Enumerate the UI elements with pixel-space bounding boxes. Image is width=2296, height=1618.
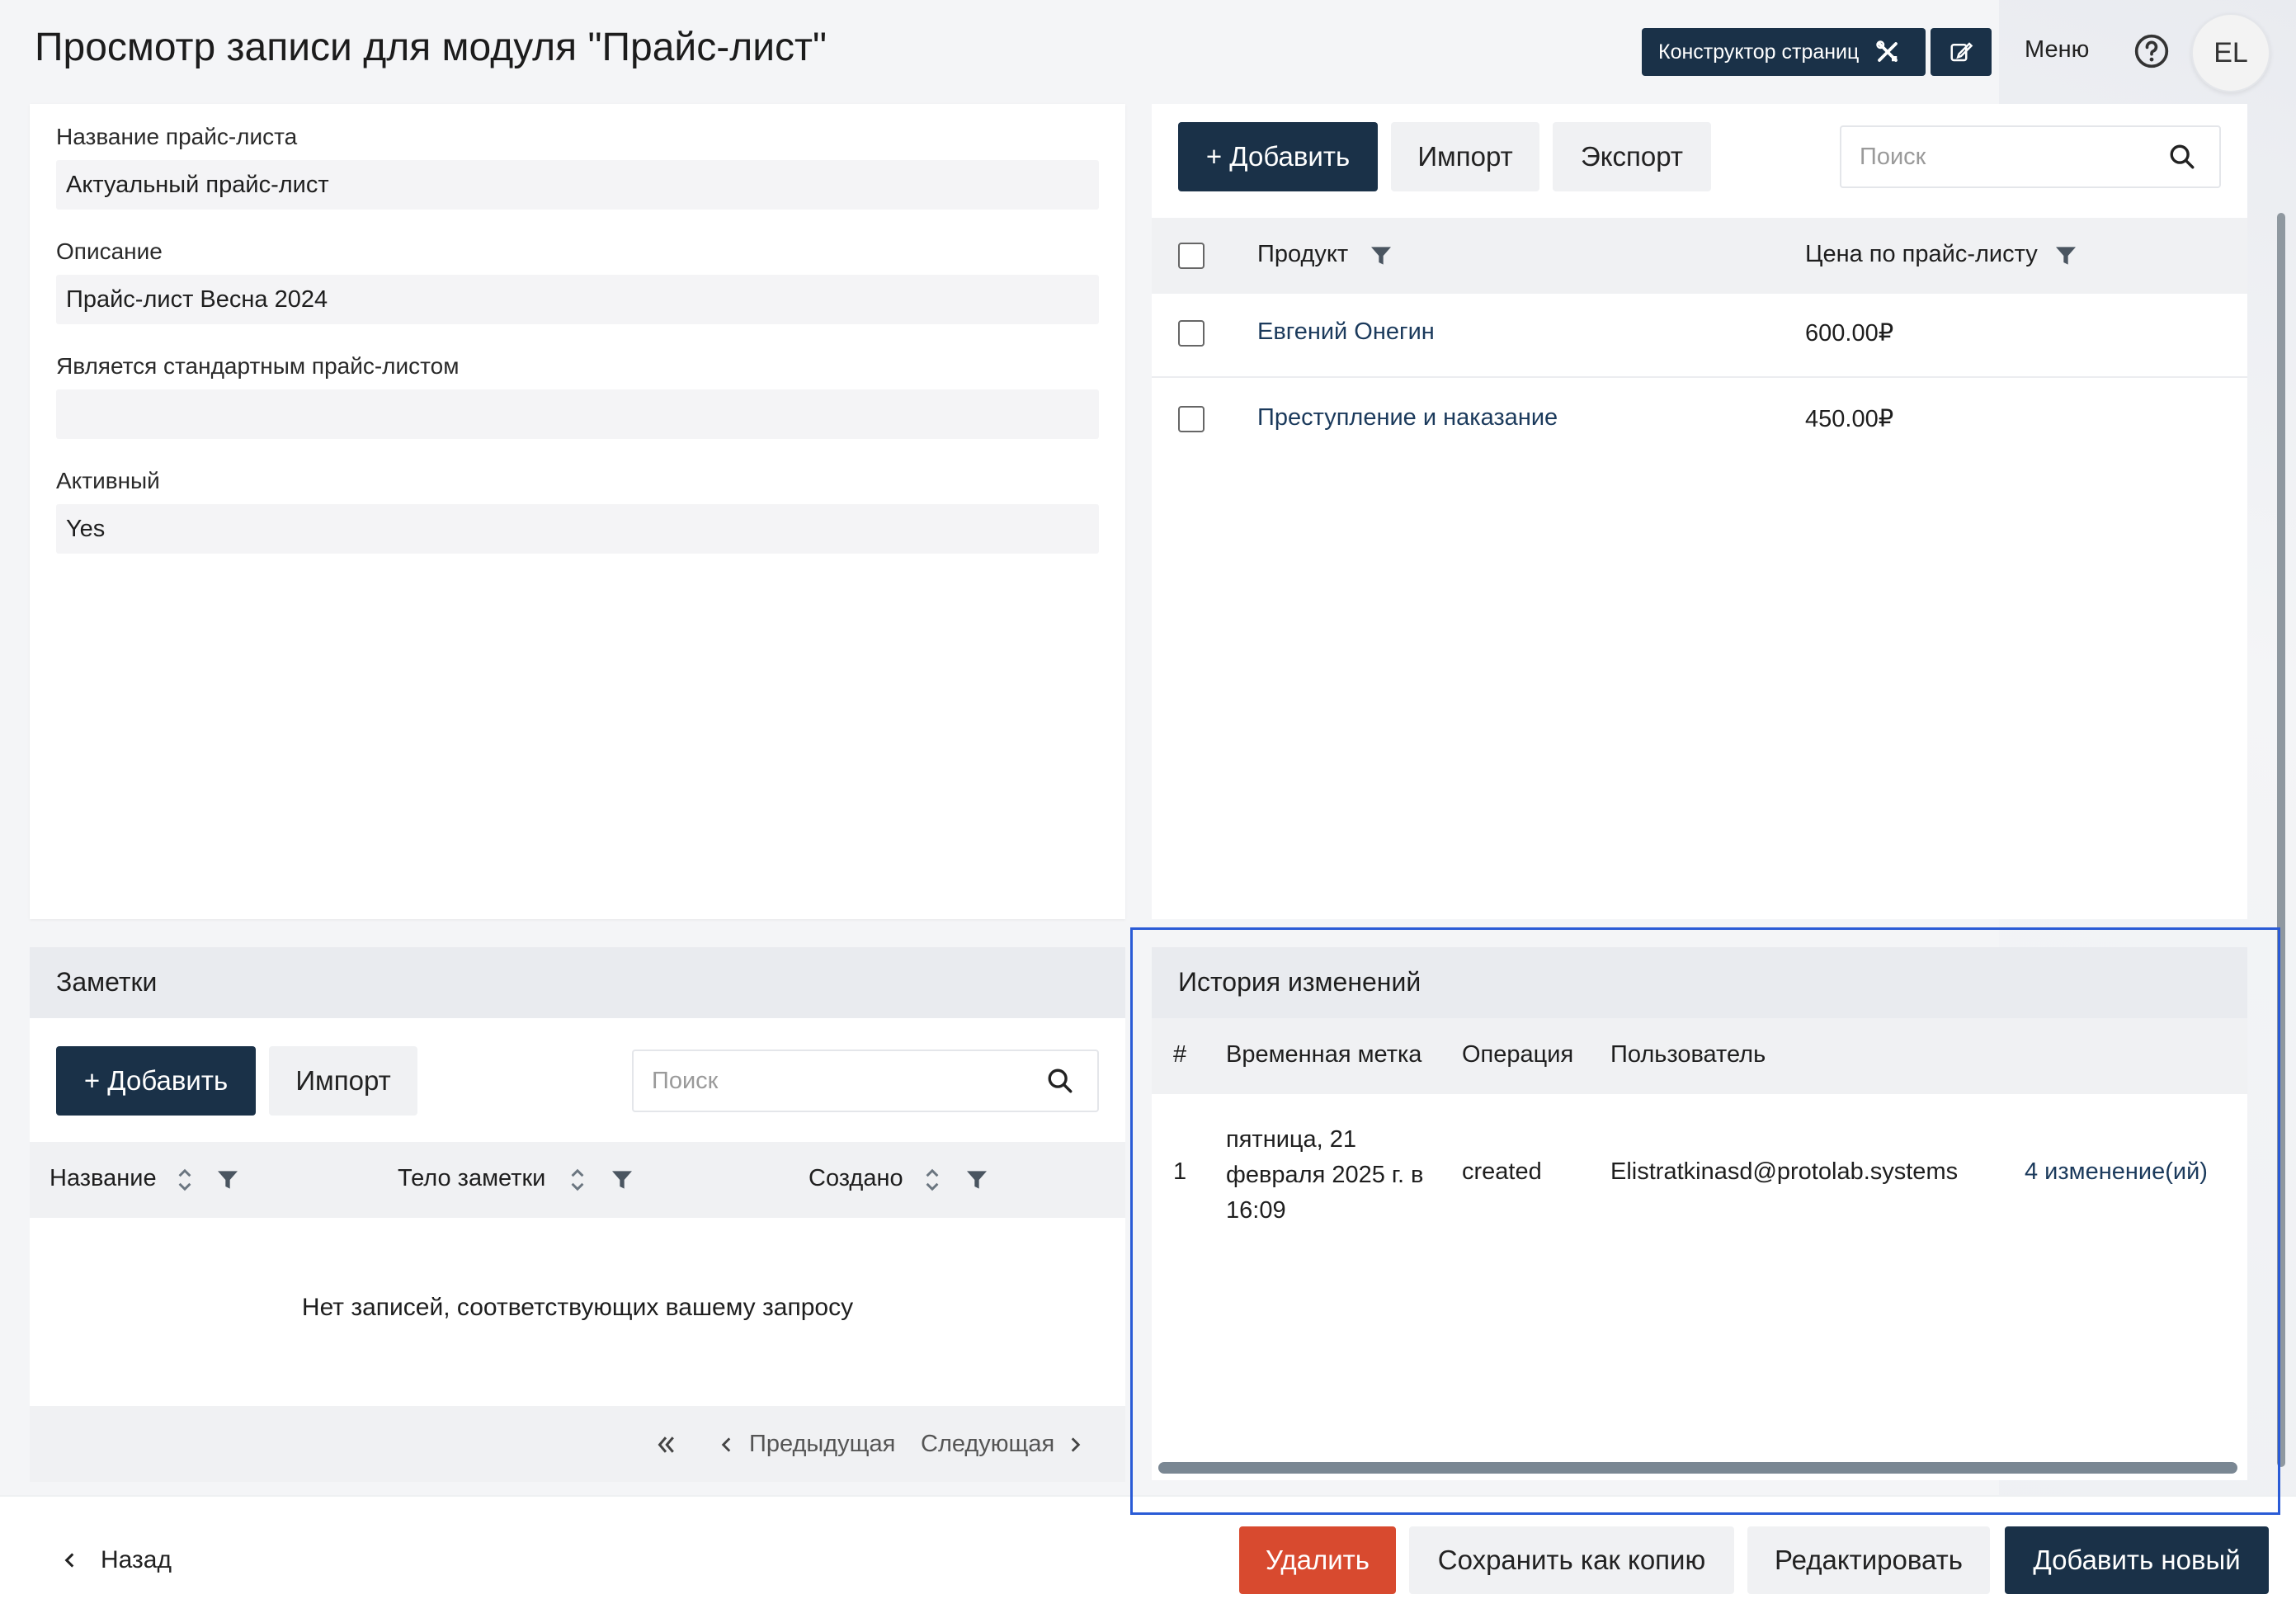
search-icon[interactable] [1046,1067,1074,1095]
add-new-button[interactable]: Добавить новый [2005,1526,2269,1594]
product-price: 450.00₽ [1805,406,1894,432]
page-header: Просмотр записи для модуля "Прайс-лист" … [0,0,2296,104]
product-price: 600.00₽ [1805,320,1894,347]
field-pricelist-name: Название прайс-листа Актуальный прайс-ли… [56,124,1099,210]
save-as-copy-button[interactable]: Сохранить как копию [1409,1526,1734,1594]
import-button[interactable]: Импорт [1391,122,1539,191]
history-title: История изменений [1152,947,2247,1018]
add-note-button[interactable]: + Добавить [56,1046,256,1116]
chevron-left-icon [64,1553,74,1568]
history-table-header: # Временная метка Операция Пользователь [1152,1018,2247,1094]
field-label: Описание [56,238,163,264]
chevron-right-icon[interactable] [1064,1434,1086,1455]
column-created[interactable]: Создано [809,1165,903,1192]
field-value: Актуальный прайс-лист [56,160,1099,210]
edit-icon [1950,42,1973,62]
column-name[interactable]: Название [50,1165,157,1192]
prev-page-button[interactable]: Предыдущая [749,1431,895,1458]
history-operation: created [1462,1158,1542,1185]
field-label: Является стандартным прайс-листом [56,353,460,379]
select-all-checkbox[interactable] [1178,243,1205,269]
footer-actions: Назад Удалить Сохранить как копию Редакт… [0,1495,2296,1618]
export-button[interactable]: Экспорт [1553,122,1711,191]
column-user: Пользователь [1610,1041,1766,1068]
menu-link[interactable]: Меню [2025,36,2089,64]
field-description: Описание Прайс-лист Весна 2024 [56,238,1099,324]
back-button[interactable]: Назад [59,1546,172,1574]
timestamp-line: февраля 2025 г. в [1226,1162,1424,1188]
add-product-button[interactable]: + Добавить [1178,122,1378,191]
timestamp-line: пятница, 21 [1226,1126,1357,1153]
search-placeholder: Поиск [652,1067,719,1094]
edit-page-button[interactable] [1931,28,1992,76]
filter-icon[interactable] [1368,243,1394,269]
import-notes-button[interactable]: Импорт [269,1046,417,1116]
field-value [56,389,1099,439]
filter-icon[interactable] [2053,243,2079,269]
column-num: # [1173,1041,1187,1068]
page-constructor-label: Конструктор страниц [1658,40,1860,64]
horizontal-scrollbar[interactable] [1158,1462,2237,1474]
first-page-icon[interactable] [653,1432,678,1457]
vertical-scrollbar[interactable] [2277,213,2285,1467]
page-title: Просмотр записи для модуля "Прайс-лист" [35,26,827,69]
history-user: Elistratkinasd@protolab.systems [1610,1158,1959,1185]
row-checkbox[interactable] [1178,406,1205,432]
column-price[interactable]: Цена по прайс-листу [1805,241,2038,268]
sort-icon[interactable] [175,1167,195,1193]
tools-icon [1876,40,1898,62]
delete-button[interactable]: Удалить [1239,1526,1396,1594]
search-icon[interactable] [2168,143,2196,171]
column-note-body[interactable]: Тело заметки [398,1165,545,1192]
products-table-header: Продукт Цена по прайс-листу [1152,218,2247,294]
back-label: Назад [101,1546,172,1573]
filter-icon[interactable] [609,1167,635,1193]
history-changes-link[interactable]: 4 изменение(ий) [2025,1158,2208,1186]
product-link[interactable]: Евгений Онегин [1257,318,1435,346]
column-timestamp: Временная метка [1226,1041,1422,1068]
notes-panel: Заметки + Добавить Импорт Поиск Название… [30,947,1125,1482]
record-details-panel: Название прайс-листа Актуальный прайс-ли… [30,104,1125,919]
product-link[interactable]: Преступление и наказание [1257,404,1558,432]
chevron-left-icon[interactable] [716,1434,738,1455]
field-is-standard: Является стандартным прайс-листом [56,353,1099,439]
filter-icon[interactable] [964,1167,990,1193]
timestamp-line: 16:09 [1226,1197,1286,1224]
field-label: Название прайс-листа [56,124,298,149]
table-row: 1 пятница, 21 февраля 2025 г. в 16:09 cr… [1152,1094,2247,1462]
sort-icon[interactable] [568,1167,587,1193]
notes-title: Заметки [30,947,1125,1018]
column-product[interactable]: Продукт [1257,241,1348,268]
field-active: Активный Yes [56,468,1099,554]
notes-search-input[interactable]: Поиск [632,1050,1099,1112]
row-checkbox[interactable] [1178,320,1205,347]
field-value: Прайс-лист Весна 2024 [56,275,1099,324]
history-timestamp: пятница, 21 февраля 2025 г. в 16:09 [1226,1122,1423,1229]
page-constructor-button[interactable]: Конструктор страниц [1642,28,1926,76]
empty-message: Нет записей, соответствующих вашему запр… [301,1294,854,1321]
next-page-button[interactable]: Следующая [921,1431,1054,1458]
search-placeholder: Поиск [1860,143,1926,170]
history-row-number: 1 [1173,1158,1187,1185]
field-value: Yes [56,504,1099,554]
row-divider [1152,376,2247,378]
help-icon[interactable] [2133,33,2170,69]
user-avatar[interactable]: EL [2191,13,2270,92]
field-label: Активный [56,468,160,493]
pagination: Предыдущая Следующая [30,1406,1125,1482]
products-panel: + Добавить Импорт Экспорт Поиск Продукт … [1152,104,2247,919]
edit-button[interactable]: Редактировать [1747,1526,1990,1594]
notes-table-header: Название Тело заметки Создано [30,1142,1125,1218]
column-operation: Операция [1462,1041,1574,1068]
history-panel: История изменений # Временная метка Опер… [1152,947,2247,1480]
sort-icon[interactable] [922,1167,942,1193]
product-search-input[interactable]: Поиск [1840,125,2221,188]
filter-icon[interactable] [215,1167,241,1193]
